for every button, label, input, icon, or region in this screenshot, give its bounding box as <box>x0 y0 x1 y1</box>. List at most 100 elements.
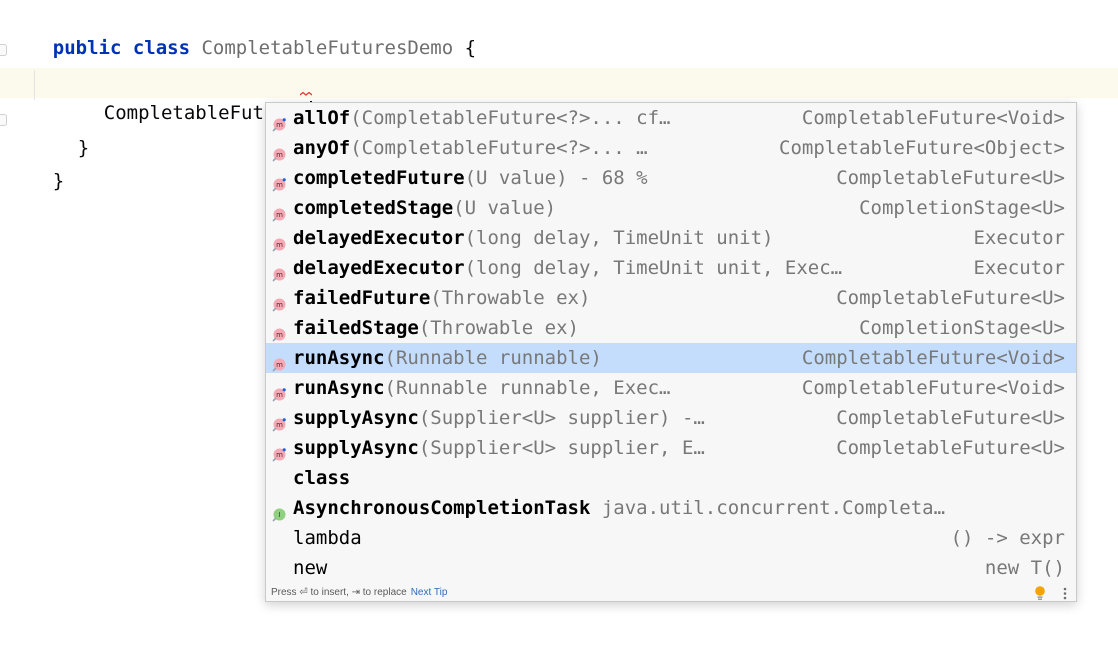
completion-item-type: CompletionStage<U> <box>859 197 1065 219</box>
completion-item-name: delayedExecutor(long delay, TimeUnit uni… <box>293 223 773 253</box>
method-icon-static: m <box>272 381 286 402</box>
completion-item-anyof[interactable]: m anyOf(CompletableFuture<?>... … Completa… <box>266 133 1076 163</box>
completion-item-lambda[interactable]: lambda () -> expr <box>266 523 1076 553</box>
footer-hint: Press ⏎ to insert, ⇥ to replace Next Tip <box>271 583 447 603</box>
svg-text:m: m <box>276 121 283 129</box>
item-name-text: runAsync <box>293 377 385 399</box>
item-name-text: runAsync <box>293 347 385 369</box>
svg-text:m: m <box>276 181 283 189</box>
completion-item-params: (Supplier<U> supplier, E… <box>418 437 705 459</box>
item-name-text: delayedExecutor <box>293 257 465 279</box>
item-name-text: lambda <box>293 527 362 549</box>
completion-item-name: failedStage(Throwable ex) <box>293 313 579 343</box>
completion-item-allof[interactable]: m allOf(CompletableFuture<?>... cf… Comple… <box>266 103 1076 133</box>
completion-item-completedfuture[interactable]: m completedFuture(U value) - 68 % Completa… <box>266 163 1076 193</box>
completion-item-name: delayedExecutor(long delay, TimeUnit uni… <box>293 253 842 283</box>
completion-item-type: new T() <box>984 557 1065 579</box>
completion-item-name: supplyAsync(Supplier<U> supplier) -… <box>293 403 705 433</box>
completion-item-supplyasync[interactable]: m supplyAsync(Supplier<U> supplier, E… Com… <box>266 433 1076 463</box>
svg-text:m: m <box>276 151 283 159</box>
completion-item-params: (Runnable runnable, Exec… <box>384 377 671 399</box>
method-icon: m <box>272 141 286 162</box>
completion-item-params: (Runnable runnable) <box>384 347 602 369</box>
completion-item-name: runAsync(Runnable runnable, Exec… <box>293 373 671 403</box>
completion-item-delayedexecutor[interactable]: m delayedExecutor(long delay, TimeUnit un… <box>266 223 1076 253</box>
completion-item-params: (long delay, TimeUnit unit) <box>464 227 774 249</box>
code-line-2[interactable]: public static void show() { <box>0 33 1118 89</box>
completion-item-completedstage[interactable]: m completedStage(U value) CompletionStage<… <box>266 193 1076 223</box>
completion-item-type: Executor <box>973 227 1065 249</box>
completion-item-name: class <box>293 463 350 493</box>
completion-item-name: completedStage(U value) <box>293 193 556 223</box>
next-tip-link[interactable]: Next Tip <box>411 587 448 598</box>
completion-item-type: CompletableFuture<U> <box>836 407 1065 429</box>
method-icon-static: m <box>272 111 286 132</box>
svg-text:m: m <box>276 301 283 309</box>
svg-text:m: m <box>276 241 283 249</box>
method-icon: m <box>272 321 286 342</box>
method-icon-static: m <box>272 411 286 432</box>
completion-item-asynchronouscompletiontask[interactable]: I AsynchronousCompletionTask java.util.co… <box>266 493 1076 523</box>
method-icon: m <box>272 201 286 222</box>
completion-item-params: (long delay, TimeUnit unit, Exec… <box>464 257 843 279</box>
completion-item-failedstage[interactable]: m failedStage(Throwable ex) CompletionStag… <box>266 313 1076 343</box>
svg-text:m: m <box>276 361 283 369</box>
code-line-1[interactable]: public class CompletableFuturesDemo { <box>0 3 1118 59</box>
completion-item-type: CompletableFuture<Void> <box>801 107 1065 129</box>
method-icon-static: m <box>272 441 286 462</box>
item-name-text: class <box>293 467 351 489</box>
completion-item-params: java.util.concurrent.Completa… <box>590 497 946 519</box>
completion-item-name: runAsync(Runnable runnable) <box>293 343 602 373</box>
method-icon: m <box>272 231 286 252</box>
error-squiggle <box>300 92 312 96</box>
completion-item-type: () -> expr <box>950 527 1065 549</box>
completion-item-name: allOf(CompletableFuture<?>... cf… <box>293 103 671 133</box>
code-editor[interactable]: public class CompletableFuturesDemo { pu… <box>0 0 1118 654</box>
completion-item-supplyasync[interactable]: m supplyAsync(Supplier<U> supplier) -… Com… <box>266 403 1076 433</box>
method-icon: m <box>272 291 286 312</box>
svg-text:m: m <box>276 211 283 219</box>
completion-item-name: completedFuture(U value) - 68 % <box>293 163 648 193</box>
completion-item-params: (CompletableFuture<?>... cf… <box>350 107 671 129</box>
item-name-text: completedFuture <box>293 167 465 189</box>
svg-text:m: m <box>276 331 283 339</box>
completion-item-params: (U value) - 68 % <box>464 167 648 189</box>
completion-footer: Press ⏎ to insert, ⇥ to replace Next Tip <box>266 583 1076 603</box>
interface-icon: I <box>272 501 286 522</box>
svg-text:I: I <box>278 511 280 519</box>
completion-item-type: CompletableFuture<Object> <box>779 137 1065 159</box>
completion-item-runasync[interactable]: m runAsync(Runnable runnable, Exec… Comple… <box>266 373 1076 403</box>
item-name-text: anyOf <box>293 137 351 159</box>
indent-guide <box>34 70 35 100</box>
completion-item-type: CompletableFuture<Void> <box>801 347 1065 369</box>
item-name-text: AsynchronousCompletionTask <box>293 497 591 519</box>
completion-item-name: AsynchronousCompletionTask java.util.con… <box>293 493 945 523</box>
completion-item-failedfuture[interactable]: m failedFuture(Throwable ex) CompletableFu… <box>266 283 1076 313</box>
item-name-text: new <box>293 557 328 579</box>
completion-item-name: failedFuture(Throwable ex) <box>293 283 590 313</box>
svg-text:m: m <box>276 271 283 279</box>
completion-item-name: anyOf(CompletableFuture<?>... … <box>293 133 648 163</box>
completion-item-name: new <box>293 553 327 583</box>
item-name-text: failedFuture <box>293 287 431 309</box>
svg-text:m: m <box>276 421 283 429</box>
more-options-icon[interactable] <box>1062 586 1068 601</box>
completion-item-params: (Supplier<U> supplier) -… <box>418 407 705 429</box>
completion-item-delayedexecutor[interactable]: m delayedExecutor(long delay, TimeUnit un… <box>266 253 1076 283</box>
svg-text:m: m <box>276 391 283 399</box>
item-name-text: supplyAsync <box>293 437 419 459</box>
completion-item-class[interactable]: class <box>266 463 1076 493</box>
item-name-text: allOf <box>293 107 351 129</box>
lightbulb-icon[interactable] <box>1034 586 1046 601</box>
completion-item-type: CompletableFuture<U> <box>836 437 1065 459</box>
completion-item-params: (U value) <box>453 197 557 219</box>
completion-item-runasync-selected[interactable]: m runAsync(Runnable runnable) CompletableF… <box>266 343 1076 373</box>
code-completion-popup: m allOf(CompletableFuture<?>... cf… Comple… <box>265 102 1077 602</box>
method-icon-static: m <box>272 171 286 192</box>
item-name-text: delayedExecutor <box>293 227 465 249</box>
code-line-3-current[interactable]: CompletableFuture. <box>0 68 1118 124</box>
completion-item-params: (CompletableFuture<?>... … <box>350 137 648 159</box>
method-icon: m <box>272 351 286 372</box>
brace: } <box>52 170 65 192</box>
completion-item-new[interactable]: new new T() <box>266 553 1076 583</box>
